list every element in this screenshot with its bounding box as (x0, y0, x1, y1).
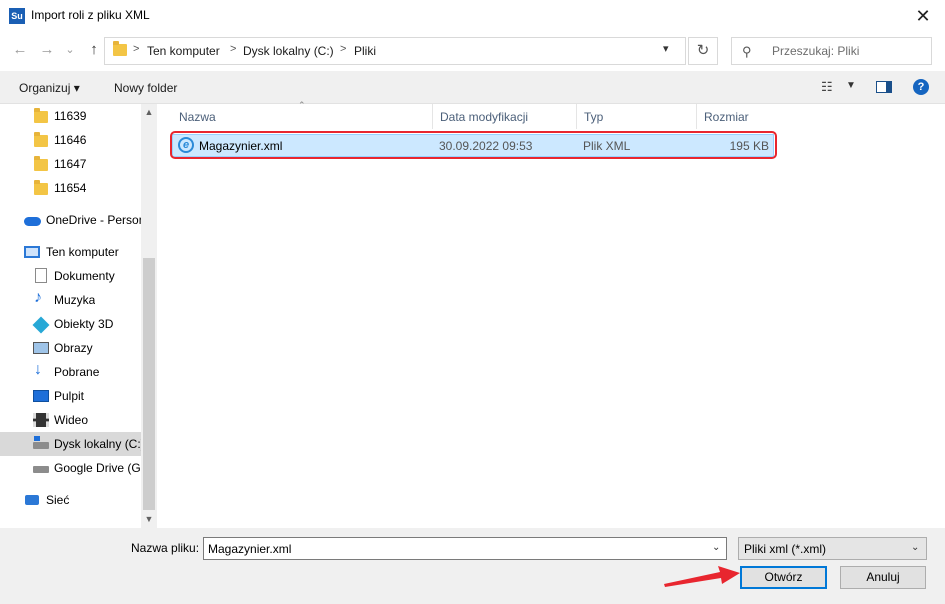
folder-icon (113, 41, 127, 56)
sidebar-item-label: Ten komputer (46, 245, 119, 259)
chevron-down-icon[interactable]: ⌄ (712, 542, 720, 553)
computer-icon (24, 246, 40, 258)
search-input[interactable]: ⚲ Przeszukaj: Pliki (731, 37, 932, 65)
filename-label: Nazwa pliku: (131, 541, 200, 555)
sidebar-item-11646[interactable]: 11646 (0, 128, 141, 152)
annotation-arrow-icon (664, 566, 740, 587)
chevron-down-icon[interactable]: ▾ (663, 42, 669, 55)
filetype-select[interactable]: Pliki xml (*.xml) ⌄ (738, 537, 927, 560)
preview-pane-icon[interactable] (876, 81, 892, 93)
sidebar-item-wideo[interactable]: Wideo (0, 408, 141, 432)
column-header-type[interactable]: Typ (577, 104, 697, 129)
music-icon: ♪ (34, 289, 42, 306)
sidebar-item-label: Pobrane (54, 365, 100, 379)
scroll-up-icon[interactable]: ▲ (141, 104, 157, 120)
breadcrumb-ten-komputer[interactable]: Ten komputer (147, 44, 220, 58)
sidebar-item-label: Dysk lokalny (C:) (54, 437, 141, 451)
sidebar-item-label: Obrazy (54, 341, 93, 355)
sidebar-item-siec[interactable]: Sieć (0, 488, 141, 512)
column-header-name[interactable]: Nazwa (172, 104, 433, 129)
sidebar-item-ten-komputer[interactable]: Ten komputer (0, 240, 141, 264)
back-icon[interactable]: ← (10, 40, 30, 60)
sidebar-item-dysk-lokalny[interactable]: Dysk lokalny (C:) (0, 432, 141, 456)
sidebar-item-obrazy[interactable]: Obrazy (0, 336, 141, 360)
filetype-value: Pliki xml (*.xml) (744, 542, 826, 556)
sidebar-item-label: Dokumenty (54, 269, 115, 283)
pictures-icon (33, 342, 49, 354)
sidebar-item-label: Google Drive (G:) (54, 461, 141, 475)
column-header-date[interactable]: Data modyfikacji (433, 104, 577, 129)
sidebar-item-pobrane[interactable]: ↓ Pobrane (0, 360, 141, 384)
address-bar[interactable]: > Ten komputer > Dysk lokalny (C:) > Pli… (104, 37, 686, 65)
sidebar-item-onedrive[interactable]: OneDrive - Personal (0, 208, 141, 232)
sidebar-item-label: 11647 (54, 157, 87, 171)
sidebar-item-11639[interactable]: 11639 (0, 104, 141, 128)
chevron-down-icon[interactable]: ▼ (846, 80, 856, 91)
forward-icon[interactable]: → (37, 40, 57, 60)
sidebar-item-11647[interactable]: 11647 (0, 152, 141, 176)
search-icon: ⚲ (742, 44, 752, 59)
sidebar-item-label: Muzyka (54, 293, 96, 307)
scroll-down-icon[interactable]: ▼ (141, 511, 157, 527)
downloads-icon: ↓ (34, 361, 42, 378)
sidebar-item-label: 11654 (54, 181, 87, 195)
network-icon (25, 495, 39, 505)
filename-input[interactable]: Magazynier.xml ⌄ (203, 537, 727, 560)
onedrive-icon (24, 217, 41, 226)
close-button[interactable]: ✕ (908, 3, 938, 29)
window-title: Import roli z pliku XML (31, 8, 150, 22)
refresh-button[interactable]: ↻ (688, 37, 718, 65)
sidebar-item-11654[interactable]: 11654 (0, 176, 141, 200)
up-icon[interactable]: ↑ (84, 40, 104, 60)
sidebar-item-label: OneDrive - Personal (46, 213, 141, 227)
command-toolbar: Organizuj ▾ Nowy folder ☷ ▼ ? (0, 71, 945, 104)
sidebar-item-label: Sieć (46, 493, 70, 507)
breadcrumb-dysk-lokalny[interactable]: Dysk lokalny (C:) (243, 44, 334, 58)
sidebar-scrollbar-thumb[interactable] (143, 258, 155, 510)
3d-objects-icon (32, 316, 50, 334)
sidebar-item-muzyka[interactable]: ♪ Muzyka (0, 288, 141, 312)
breadcrumb-separator: > (230, 43, 237, 55)
cancel-button[interactable]: Anuluj (840, 566, 926, 589)
sidebar-item-label: Obiekty 3D (54, 317, 114, 331)
selection-highlight (170, 131, 777, 159)
new-folder-button[interactable]: Nowy folder (114, 81, 177, 95)
help-icon[interactable]: ? (913, 79, 929, 95)
column-header-size[interactable]: Rozmiar (697, 104, 777, 129)
folder-icon (34, 108, 48, 123)
recent-locations-icon[interactable]: ⌄ (60, 40, 80, 60)
local-disk-icon (33, 436, 49, 449)
filename-value: Magazynier.xml (208, 542, 292, 556)
search-placeholder: Przeszukaj: Pliki (772, 44, 860, 58)
folder-icon (34, 132, 48, 147)
video-icon (33, 413, 49, 427)
chevron-down-icon: ⌄ (911, 542, 920, 553)
open-button[interactable]: Otwórz (740, 566, 827, 589)
sidebar-item-pulpit[interactable]: Pulpit (0, 384, 141, 408)
sidebar-item-dokumenty[interactable]: Dokumenty (0, 264, 141, 288)
sidebar-item-label: Pulpit (54, 389, 85, 403)
organize-button[interactable]: Organizuj ▾ (19, 81, 80, 95)
breadcrumb-separator: > (340, 43, 347, 55)
sidebar-item-google-drive[interactable]: Google Drive (G:) (0, 456, 141, 480)
drive-icon (33, 466, 49, 473)
breadcrumb-pliki[interactable]: Pliki (354, 44, 376, 58)
desktop-icon (33, 390, 49, 402)
sidebar-item-label: Wideo (54, 413, 89, 427)
sidebar-item-label: 11646 (54, 133, 87, 147)
documents-icon (35, 268, 47, 283)
app-icon: Su (9, 8, 25, 24)
title-bar: Su Import roli z pliku XML ✕ (0, 0, 945, 31)
sidebar-item-label: 11639 (54, 109, 87, 123)
sidebar-item-obiekty-3d[interactable]: Obiekty 3D (0, 312, 141, 336)
file-list (158, 104, 945, 528)
breadcrumb-separator: > (133, 43, 140, 55)
view-options-icon[interactable]: ☷ (821, 79, 833, 95)
folder-icon (34, 180, 48, 195)
folder-icon (34, 156, 48, 171)
navigation-pane: 11639 11646 11647 11654 OneDrive - Perso… (0, 104, 157, 528)
